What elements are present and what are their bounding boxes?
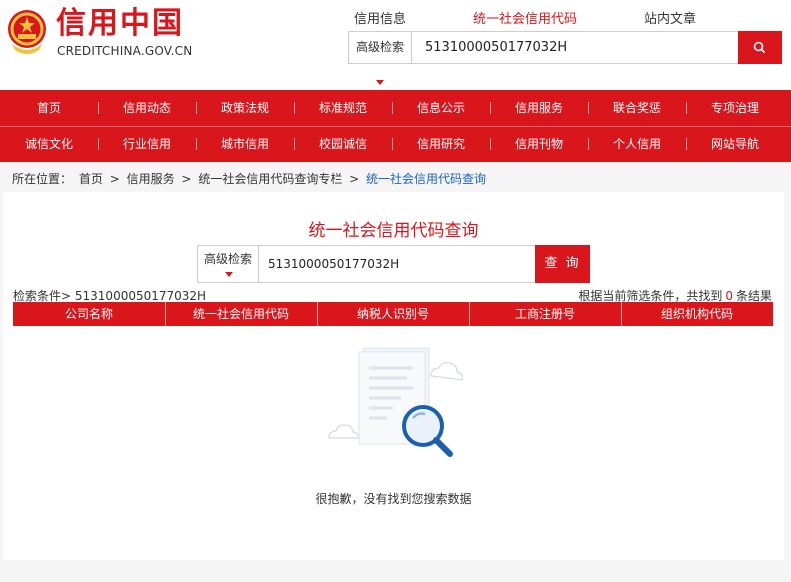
header-search-input[interactable]: 5131000050177032H	[425, 32, 567, 63]
search-condition-value: 5131000050177032H	[74, 289, 207, 303]
caret-down-icon	[225, 272, 233, 277]
advanced-search-button[interactable]: 高级检索	[198, 246, 259, 282]
breadcrumb-current[interactable]: 统一社会信用代码查询	[366, 172, 486, 186]
query-button[interactable]: 查 询	[535, 245, 590, 283]
query-panel: 统一社会信用代码查询 高级检索 5131000050177032H 查 询 检索…	[3, 192, 784, 560]
nav-item-city[interactable]: 城市信用	[196, 126, 294, 162]
breadcrumb-separator: >	[181, 172, 192, 186]
breadcrumb-services[interactable]: 信用服务	[127, 172, 175, 186]
nav-item-services[interactable]: 信用服务	[490, 90, 588, 126]
search-condition-label: 检索条件>	[13, 289, 72, 303]
nav-row-2: 诚信文化 行业信用 城市信用 校园诚信 信用研究 信用刊物 个人信用 网站导航	[0, 126, 791, 162]
empty-message: 很抱歉，没有找到您搜索数据	[315, 492, 472, 506]
tab-unified-code[interactable]: 统一社会信用代码	[473, 8, 577, 27]
nav-item-personal[interactable]: 个人信用	[588, 126, 686, 162]
tab-site-articles[interactable]: 站内文章	[644, 8, 696, 27]
nav-item-rewards[interactable]: 联合奖惩	[588, 90, 686, 126]
result-suffix: 条结果	[735, 289, 772, 303]
nav-item-news[interactable]: 信用动态	[98, 90, 196, 126]
column-org-code[interactable]: 组织机构代码	[621, 302, 773, 326]
breadcrumb-separator: >	[109, 172, 120, 186]
breadcrumb-column[interactable]: 统一社会信用代码查询专栏	[198, 172, 342, 186]
column-company-name[interactable]: 公司名称	[13, 302, 165, 326]
search-icon	[753, 41, 766, 54]
results-table-header: 公司名称 统一社会信用代码 纳税人识别号 工商注册号 组织机构代码	[13, 302, 773, 326]
result-count: 0	[725, 289, 733, 303]
logo-text-en[interactable]: CREDITCHINA.GOV.CN	[57, 44, 192, 58]
breadcrumb-label: 所在位置：	[12, 172, 73, 186]
site-header: 信用中国 CREDITCHINA.GOV.CN 信用信息 统一社会信用代码 站内…	[0, 0, 791, 90]
page-title: 统一社会信用代码查询	[308, 221, 479, 241]
breadcrumb-home[interactable]: 首页	[79, 172, 103, 186]
header-search-button[interactable]	[738, 31, 782, 64]
nav-item-research[interactable]: 信用研究	[392, 126, 490, 162]
nav-item-sitemap[interactable]: 网站导航	[686, 126, 784, 162]
nav-item-standards[interactable]: 标准规范	[294, 90, 392, 126]
nav-item-policy[interactable]: 政策法规	[196, 90, 294, 126]
header-search-box: 高级检索 5131000050177032H	[348, 31, 782, 64]
column-unified-code[interactable]: 统一社会信用代码	[165, 302, 317, 326]
query-search-box: 高级检索 5131000050177032H 查 询	[197, 245, 590, 283]
logo-text-cn[interactable]: 信用中国	[56, 6, 184, 42]
column-taxpayer-id[interactable]: 纳税人识别号	[317, 302, 469, 326]
national-emblem-icon[interactable]	[6, 8, 48, 56]
breadcrumb: 所在位置： 首页 > 信用服务 > 统一社会信用代码查询专栏 > 统一社会信用代…	[12, 170, 489, 187]
column-business-reg[interactable]: 工商注册号	[469, 302, 621, 326]
tab-credit-info[interactable]: 信用信息	[354, 8, 406, 27]
nav-item-industry[interactable]: 行业信用	[98, 126, 196, 162]
empty-search-illustration	[328, 347, 463, 457]
result-prefix: 根据当前筛选条件，共找到	[578, 289, 723, 303]
main-nav: 首页 信用动态 政策法规 标准规范 信息公示 信用服务 联合奖惩 专项治理 诚信…	[0, 90, 791, 162]
nav-item-governance[interactable]: 专项治理	[686, 90, 784, 126]
nav-item-disclosure[interactable]: 信息公示	[392, 90, 490, 126]
advanced-search-label: 高级检索	[203, 252, 252, 266]
query-input[interactable]: 5131000050177032H	[268, 246, 399, 282]
nav-item-home[interactable]: 首页	[0, 90, 98, 126]
nav-item-culture[interactable]: 诚信文化	[0, 126, 98, 162]
nav-item-campus[interactable]: 校园诚信	[294, 126, 392, 162]
caret-down-icon	[376, 80, 384, 85]
nav-row-1: 首页 信用动态 政策法规 标准规范 信息公示 信用服务 联合奖惩 专项治理	[0, 90, 791, 126]
nav-item-publications[interactable]: 信用刊物	[490, 126, 588, 162]
breadcrumb-separator: >	[349, 172, 360, 186]
header-advanced-search-button[interactable]: 高级检索	[349, 32, 412, 63]
